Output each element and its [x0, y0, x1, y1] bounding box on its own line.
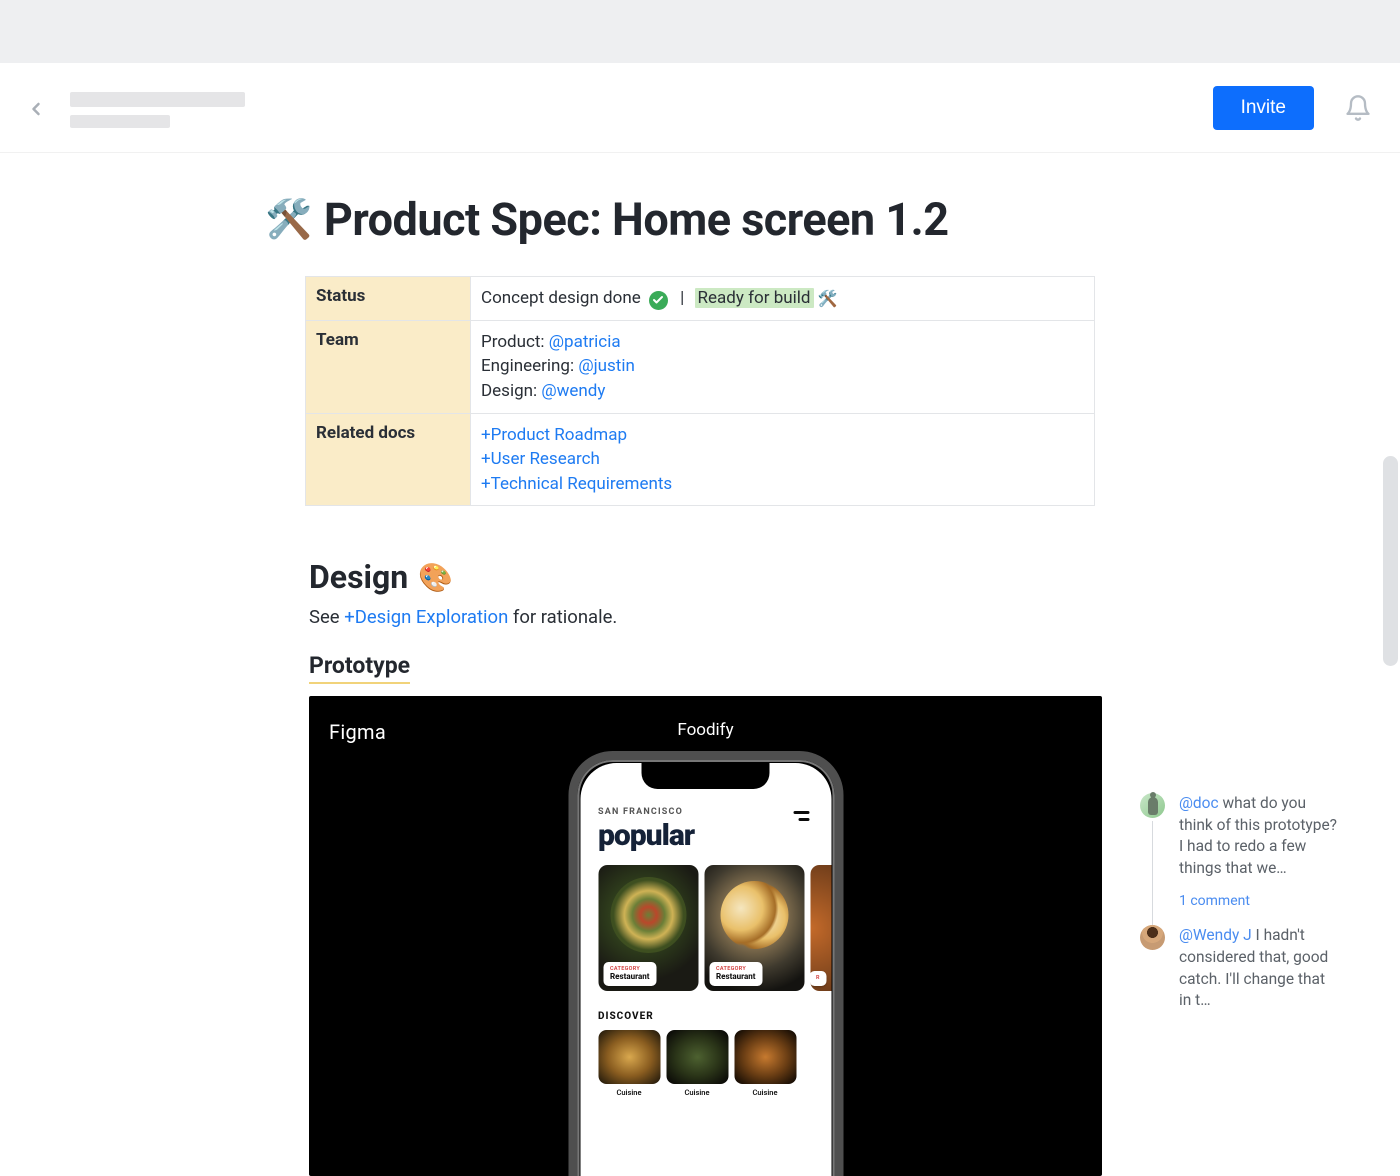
table-row: Team Product: @patricia Engineering: @ju…: [306, 320, 1095, 413]
back-chevron-icon[interactable]: [26, 99, 46, 119]
design-para-prefix: See: [309, 606, 344, 628]
status-text-1: Concept design done: [481, 288, 641, 308]
check-circle-icon: [649, 291, 668, 310]
invite-button[interactable]: Invite: [1213, 86, 1314, 130]
popular-cards-row: CATEGORY Restaurant CATEGORY Restaurant: [598, 865, 813, 991]
design-heading: Design 🎨: [309, 558, 1065, 596]
team-product-prefix: Product:: [481, 332, 549, 352]
team-label: Team: [306, 320, 471, 413]
scrollbar-thumb[interactable]: [1383, 456, 1398, 666]
discover-caption: Cuisine: [684, 1088, 709, 1097]
avatar: [1140, 793, 1165, 818]
discover-thumb: [666, 1030, 728, 1084]
card-badge: CATEGORY Restaurant: [603, 962, 656, 986]
phone-frame: SAN FRANCISCO popular CATEGORY Restauran…: [568, 751, 843, 1176]
doclink-user-research[interactable]: User Research: [481, 449, 600, 469]
comment-item[interactable]: @Wendy J I hadn't considered that, good …: [1140, 925, 1340, 1012]
figma-logo: Figma: [329, 720, 386, 744]
doclink-technical-requirements[interactable]: Technical Requirements: [481, 474, 672, 494]
design-paragraph: See Design Exploration for rationale.: [309, 606, 1065, 628]
mention-doc[interactable]: @doc: [1179, 794, 1219, 812]
info-table: Status Concept design done | Ready for b…: [305, 276, 1095, 506]
discover-item[interactable]: Cuisine: [734, 1030, 796, 1097]
bell-icon[interactable]: [1344, 94, 1372, 122]
palette-icon: 🎨: [418, 561, 453, 594]
tools-icon: 🛠️: [818, 289, 838, 308]
discover-thumb: [734, 1030, 796, 1084]
comment-count[interactable]: 1 comment: [1179, 892, 1340, 912]
team-design-prefix: Design:: [481, 381, 541, 401]
doclink-product-roadmap[interactable]: Product Roadmap: [481, 425, 627, 445]
status-label: Status: [306, 277, 471, 321]
discover-caption: Cuisine: [616, 1088, 641, 1097]
discover-row: Cuisine Cuisine Cuisine: [598, 1030, 813, 1097]
table-row: Related docs Product Roadmap User Resear…: [306, 413, 1095, 506]
mention-wendy-j[interactable]: @Wendy J: [1179, 926, 1252, 944]
comment-text: @doc what do you think of this prototype…: [1179, 793, 1340, 880]
team-eng-prefix: Engineering:: [481, 356, 578, 376]
card-name: Restaurant: [610, 972, 649, 981]
card-badge: CATEGORY Restaurant: [709, 962, 762, 986]
location-label: SAN FRANCISCO: [598, 807, 813, 817]
document-area: 🛠️ Product Spec: Home screen 1.2 Status …: [0, 153, 1400, 1176]
document-title-text: Product Spec: Home screen 1.2: [324, 193, 949, 246]
app-header: Invite: [0, 63, 1400, 153]
avatar: [1140, 925, 1165, 950]
status-cell: Concept design done | Ready for build 🛠️: [471, 277, 1095, 321]
mention-wendy[interactable]: @wendy: [541, 381, 605, 401]
document-title: 🛠️ Product Spec: Home screen 1.2: [265, 193, 1065, 246]
design-heading-text: Design: [309, 558, 408, 596]
prototype-heading: Prototype: [309, 652, 410, 684]
hamburger-icon[interactable]: [793, 811, 809, 821]
discover-thumb: [598, 1030, 660, 1084]
food-card[interactable]: CATEGORY Restaurant: [598, 865, 698, 991]
phone-screen: SAN FRANCISCO popular CATEGORY Restauran…: [580, 763, 831, 1176]
status-text-2: Ready for build: [695, 288, 814, 308]
tools-icon: 🛠️: [265, 201, 312, 239]
card-name: Restaurant: [716, 972, 755, 981]
table-row: Status Concept design done | Ready for b…: [306, 277, 1095, 321]
top-grey-bar: [0, 0, 1400, 63]
comment-text: @Wendy J I hadn't considered that, good …: [1179, 925, 1340, 1012]
skeleton-line: [70, 115, 170, 128]
food-card[interactable]: R: [810, 865, 831, 991]
popular-heading: popular: [598, 818, 813, 853]
comments-column: @doc what do you think of this prototype…: [1140, 793, 1340, 1012]
document-content: 🛠️ Product Spec: Home screen 1.2 Status …: [265, 193, 1065, 1176]
discover-item[interactable]: Cuisine: [598, 1030, 660, 1097]
mention-justin[interactable]: @justin: [578, 356, 635, 376]
design-para-suffix: for rationale.: [508, 606, 617, 628]
card-badge: R: [810, 971, 827, 986]
phone-notch: [642, 763, 770, 789]
comment-item[interactable]: @doc what do you think of this prototype…: [1140, 793, 1340, 880]
discover-caption: Cuisine: [752, 1088, 777, 1097]
discover-label: DISCOVER: [598, 1011, 813, 1022]
card-category: R: [816, 975, 820, 981]
figma-embed[interactable]: Figma Foodify SAN FRANCISCO popular: [309, 696, 1102, 1176]
status-separator: |: [680, 288, 684, 308]
related-docs-label: Related docs: [306, 413, 471, 506]
doclink-design-exploration[interactable]: Design Exploration: [344, 606, 508, 628]
discover-item[interactable]: Cuisine: [666, 1030, 728, 1097]
skeleton-line: [70, 92, 245, 107]
figma-file-title: Foodify: [677, 720, 733, 740]
breadcrumb-skeleton: [70, 92, 245, 128]
related-docs-cell: Product Roadmap User Research Technical …: [471, 413, 1095, 506]
mention-patricia[interactable]: @patricia: [549, 332, 621, 352]
team-cell: Product: @patricia Engineering: @justin …: [471, 320, 1095, 413]
food-card[interactable]: CATEGORY Restaurant: [704, 865, 804, 991]
header-right: Invite: [1213, 86, 1372, 130]
